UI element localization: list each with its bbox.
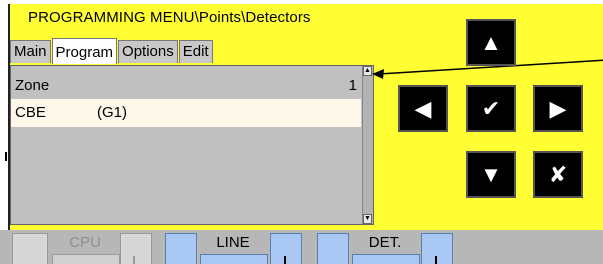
tab-options[interactable]: Options — [118, 40, 178, 63]
down-arrow-icon: ▼ — [480, 162, 502, 187]
zone-header-row: Zone 1 — [11, 72, 361, 100]
module-strip: CPU LINE DET. — [0, 230, 603, 264]
line-left-slot[interactable] — [165, 233, 197, 264]
right-button[interactable]: ▶ — [533, 85, 583, 132]
right-arrow-icon: ▶ — [549, 96, 567, 121]
scroll-down-icon[interactable]: ▼ — [363, 214, 372, 224]
list-scrollbar[interactable]: ▲ ▼ — [362, 66, 373, 224]
down-button[interactable]: ▼ — [466, 151, 516, 198]
left-button[interactable]: ◀ — [398, 85, 448, 132]
zone-label: Zone — [15, 77, 50, 94]
detector-name: CBE — [15, 104, 46, 121]
det-right-slot[interactable] — [421, 233, 453, 264]
checkmark-icon: ✔ — [481, 96, 501, 121]
left-arrow-icon: ◀ — [414, 96, 432, 121]
det-label: DET. — [368, 234, 402, 251]
confirm-button[interactable]: ✔ — [466, 85, 516, 132]
cpu-label: CPU — [69, 234, 101, 251]
cpu-display — [52, 254, 120, 264]
line-right-slot[interactable] — [270, 233, 302, 264]
cpu-right-slot[interactable] — [120, 233, 152, 264]
zone-value: 1 — [348, 77, 357, 94]
cpu-tick-icon — [133, 256, 135, 264]
cpu-left-slot[interactable] — [12, 233, 48, 264]
list-item[interactable]: CBE (G1) — [11, 99, 361, 127]
up-button[interactable]: ▲ — [466, 19, 516, 66]
page-title: PROGRAMMING MENU\Points\Detectors — [28, 9, 311, 26]
det-tick-icon — [435, 256, 437, 264]
detector-list: Zone 1 CBE (G1) ▲ ▼ — [10, 65, 374, 225]
line-label: LINE — [216, 234, 250, 251]
line-display — [200, 254, 268, 264]
tab-edit[interactable]: Edit — [178, 40, 213, 63]
cancel-x-icon: ✘ — [548, 162, 568, 187]
detector-group: (G1) — [97, 104, 127, 121]
tab-program[interactable]: Program — [51, 38, 118, 64]
tab-bar: Main Program Options Edit — [10, 38, 214, 64]
tab-main[interactable]: Main — [10, 40, 51, 63]
up-arrow-icon: ▲ — [480, 30, 502, 55]
scroll-up-icon[interactable]: ▲ — [363, 66, 372, 76]
det-display — [352, 254, 420, 264]
programming-screen: PROGRAMMING MENU\Points\Detectors Main P… — [0, 0, 603, 264]
det-left-slot[interactable] — [317, 233, 349, 264]
cancel-button[interactable]: ✘ — [533, 151, 583, 198]
line-tick-icon — [284, 256, 286, 264]
text-cursor-mark — [5, 152, 7, 161]
